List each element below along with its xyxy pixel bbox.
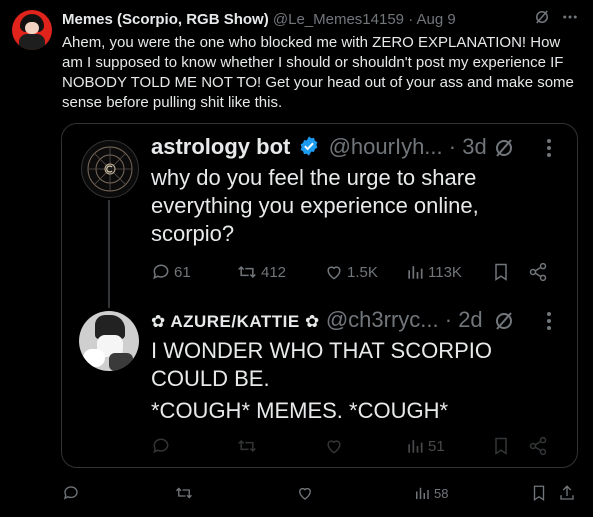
- share-icon: [529, 436, 547, 456]
- avatar-coat: [109, 353, 133, 371]
- quote1-repost-count: 412: [261, 263, 287, 281]
- verified-badge-icon: [298, 135, 320, 157]
- author-handle[interactable]: @Le_Memes14159: [273, 11, 404, 28]
- repost-icon: [238, 439, 256, 453]
- post-header: Memes (Scorpio, RGB Show) @Le_Memes14159…: [62, 10, 456, 30]
- azure-kattie-avatar[interactable]: [79, 311, 139, 371]
- zodiac-wheel-icon: [87, 146, 133, 192]
- post-text: Ahem, you were the one who blocked me wi…: [62, 34, 574, 111]
- post-share[interactable]: [558, 484, 576, 502]
- avatar-body: [19, 34, 45, 50]
- quote2-header: ✿ AZURE/KATTIE ✿ @ch3rryc... · 2d: [151, 306, 483, 336]
- quote2-text-line1: I WONDER WHO THAT SCORPIO COULD BE.: [151, 338, 493, 391]
- heart-icon: [299, 487, 311, 500]
- share-upload-icon: [560, 485, 574, 500]
- quote1-views-count: 113K: [428, 263, 462, 281]
- more-options-icon[interactable]: [561, 8, 579, 26]
- post-like[interactable]: [296, 484, 314, 502]
- views-chart-icon: [408, 266, 423, 279]
- grok-icon[interactable]: [533, 8, 551, 26]
- thread-connector-line: [108, 200, 110, 308]
- quote1-reply-count: 61: [174, 263, 191, 281]
- quote1-reply[interactable]: 61: [151, 262, 191, 282]
- repost-icon: [176, 487, 192, 499]
- quote1-like-count: 1.5K: [347, 263, 378, 281]
- post-repost[interactable]: [174, 484, 194, 502]
- quote2-grok-icon[interactable]: [492, 309, 516, 333]
- avatar-face: [25, 22, 39, 34]
- quote2-like[interactable]: [324, 436, 344, 456]
- post-views[interactable]: 58: [413, 484, 448, 502]
- post-bookmark[interactable]: [530, 484, 548, 502]
- quote1-views[interactable]: 113K: [405, 262, 462, 282]
- quote1-grok-icon[interactable]: [492, 136, 516, 160]
- post-views-count: 58: [434, 485, 449, 501]
- quote2-text-line2: *COUGH* MEMES. *COUGH*: [151, 398, 449, 423]
- quote2-author-handle[interactable]: @ch3rryc...: [326, 307, 439, 332]
- views-chart-icon: [416, 487, 429, 499]
- header-separator: ·: [408, 11, 414, 28]
- heart-icon: [327, 266, 341, 280]
- quote1-share[interactable]: [528, 262, 548, 282]
- quote1-bookmark[interactable]: [491, 262, 511, 282]
- author-avatar[interactable]: [12, 10, 52, 50]
- bookmark-icon: [533, 485, 545, 502]
- repost-icon: [238, 265, 256, 279]
- quote2-views-count: 51: [428, 437, 445, 455]
- quote2-time[interactable]: · 2d: [445, 307, 483, 332]
- post-date[interactable]: Aug 9: [417, 11, 456, 28]
- reply-icon: [153, 438, 169, 454]
- post-reply[interactable]: [62, 484, 80, 502]
- share-icon: [529, 262, 547, 282]
- quote1-author-handle[interactable]: @hourIyh...: [329, 134, 443, 159]
- quote2-actions: 51: [151, 436, 571, 456]
- views-chart-icon: [408, 440, 423, 453]
- quote1-more-icon[interactable]: [540, 136, 558, 160]
- bookmark-icon: [495, 437, 507, 455]
- heart-icon: [327, 440, 341, 454]
- reply-icon: [63, 486, 78, 500]
- quote1-time[interactable]: · 3d: [449, 134, 487, 159]
- quote2-share[interactable]: [528, 436, 548, 456]
- quote2-more-icon[interactable]: [540, 309, 558, 333]
- quote1-repost[interactable]: 412: [236, 262, 286, 282]
- quote1-actions: 61 412 1.5K 113K: [151, 262, 571, 282]
- quote1-author-name[interactable]: astrology bot: [151, 134, 290, 159]
- author-name[interactable]: Memes (Scorpio, RGB Show): [62, 11, 269, 28]
- quote2-repost[interactable]: [236, 436, 258, 456]
- quote2-bookmark[interactable]: [491, 436, 511, 456]
- post-actions: 58: [62, 483, 582, 503]
- bookmark-icon: [495, 263, 507, 281]
- reply-icon: [153, 264, 169, 280]
- quote1-header: astrology bot @hourIyh... · 3d: [151, 133, 487, 161]
- quote2-reply[interactable]: [151, 436, 171, 456]
- quote2-views[interactable]: 51: [405, 436, 445, 456]
- quote2-author-name[interactable]: ✿ AZURE/KATTIE ✿: [151, 312, 320, 331]
- quote1-like[interactable]: 1.5K: [324, 262, 378, 282]
- post-top-actions: [533, 8, 579, 26]
- astrology-bot-avatar[interactable]: [81, 140, 139, 198]
- quote1-text: why do you feel the urge to share everyt…: [151, 165, 479, 246]
- avatar-plush: [83, 349, 105, 367]
